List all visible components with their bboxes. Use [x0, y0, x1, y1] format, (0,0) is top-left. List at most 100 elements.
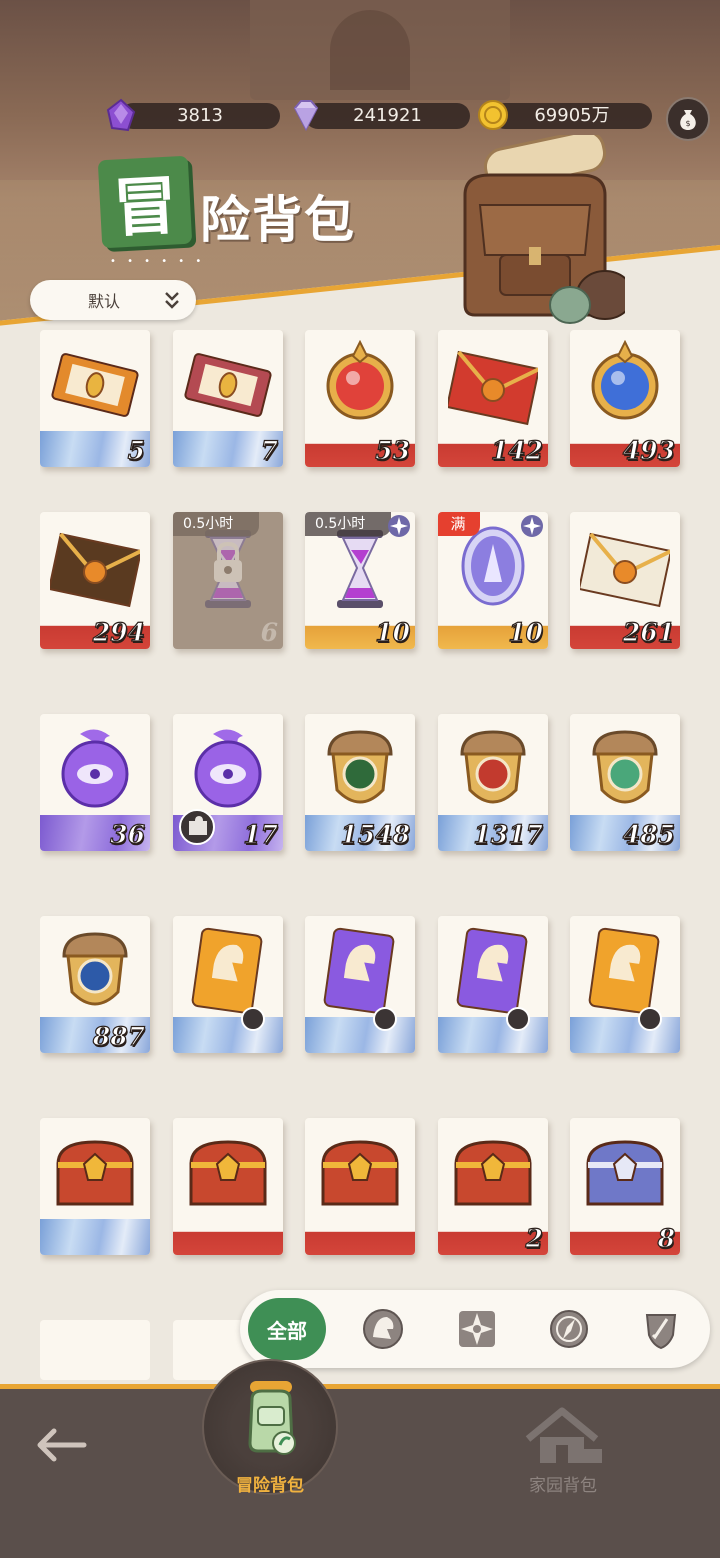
item-card-red-chest[interactable]: [40, 1118, 150, 1255]
purple-helmet-card-icon: [315, 926, 405, 1016]
tab-home-label: 家园背包: [529, 1476, 597, 1496]
item-card-purple-hourglass[interactable]: 0.5小时 10: [305, 512, 415, 649]
bottom-navigation: 冒险背包 家园背包: [0, 1359, 720, 1558]
title-badge: 冒: [97, 155, 193, 249]
item-card-red-gem-crest[interactable]: 53: [305, 330, 415, 467]
red-chest-icon: [50, 1128, 140, 1218]
gold-helmet-card-2-icon: [580, 926, 670, 1016]
blue-orb-crest-icon: [580, 339, 670, 430]
acorn-red-pin-icon: [448, 724, 538, 814]
item-quantity: 887: [92, 1021, 145, 1051]
filter-tab-all[interactable]: 全部: [248, 1298, 326, 1360]
purple-helmet-card-2-icon: [448, 926, 538, 1016]
red-ticket-icon: [183, 340, 273, 430]
item-card-gold-envelope[interactable]: 142: [438, 330, 548, 467]
money-bag-button[interactable]: $: [666, 97, 710, 141]
item-quantity: 2: [525, 1223, 544, 1253]
item-quantity: 1548: [340, 819, 411, 849]
category-filter-bar: 全部: [240, 1290, 710, 1368]
full-badge: 满: [438, 512, 480, 536]
card-rarity-band: [438, 1017, 548, 1053]
filter-tab-shield[interactable]: [636, 1304, 686, 1354]
house-icon: [525, 1407, 602, 1463]
red-chest-2-icon: [183, 1128, 273, 1218]
item-card-acorn-leaf[interactable]: 485: [570, 714, 680, 851]
currency-value: 69905万: [534, 105, 610, 126]
item-card-purple-trident-orb[interactable]: 17: [173, 714, 283, 851]
item-card-red-chest-2[interactable]: [173, 1118, 283, 1255]
item-grid: 5 7 53 142 493 294 0.5小时 6 0.5小时 10 满 10 261 36 17 1548…: [40, 330, 700, 1380]
red-chest-4-icon: [448, 1128, 538, 1218]
purple-crystal-icon: [104, 98, 138, 132]
acorn-star-icon: [50, 926, 140, 1016]
item-card-brown-envelope[interactable]: 294: [40, 512, 150, 649]
sort-label: 默认: [88, 292, 121, 311]
red-gem-crest-icon: [315, 339, 405, 430]
item-card-red-chest-3[interactable]: [305, 1118, 415, 1255]
class-emblem-icon: [506, 1007, 530, 1031]
item-card-red-ticket[interactable]: 7: [173, 330, 283, 467]
item-card-purple-eye-orb[interactable]: 36: [40, 714, 150, 851]
orange-ticket-icon: [50, 340, 140, 430]
filter-tab-compass-star[interactable]: [452, 1304, 502, 1354]
sort-dropdown[interactable]: 默认: [30, 280, 196, 320]
green-backpack-icon: [248, 1381, 296, 1455]
filter-tab-compass[interactable]: [544, 1304, 594, 1354]
double-chevron-down-icon: [165, 292, 179, 309]
item-card-partial[interactable]: [40, 1320, 150, 1380]
tab-adventure-bag[interactable]: 冒险背包: [202, 1359, 338, 1496]
currency-value: 3813: [177, 105, 223, 126]
item-card-red-chest-4[interactable]: 2: [438, 1118, 548, 1255]
cooldown-timer: 0.5小时: [305, 512, 392, 536]
item-quantity: 1317: [473, 819, 544, 849]
back-arrow-icon[interactable]: [34, 1425, 90, 1465]
item-quantity: 8: [657, 1223, 676, 1253]
card-rarity-band: [173, 1219, 283, 1255]
item-quantity: 17: [243, 819, 279, 849]
card-rarity-band: [40, 1219, 150, 1255]
card-rarity-band: [305, 1219, 415, 1255]
currency-diamond[interactable]: 241921: [293, 100, 470, 132]
item-card-acorn-green-eye[interactable]: 1548: [305, 714, 415, 851]
item-card-locked-hourglass[interactable]: 0.5小时 6: [173, 512, 283, 649]
gold-envelope-icon: [445, 340, 541, 430]
currency-gold-coin[interactable]: 69905万: [478, 100, 652, 130]
acorn-leaf-icon: [580, 724, 670, 814]
item-card-blue-orb-crest[interactable]: 493: [570, 330, 680, 467]
currency-purple-crystal[interactable]: 3813: [106, 98, 280, 132]
item-card-gold-helmet-card-2[interactable]: [570, 916, 680, 1053]
item-quantity: 53: [375, 435, 411, 465]
gold-helmet-card-icon: [183, 926, 273, 1016]
tab-home-bag[interactable]: 家园背包: [500, 1405, 626, 1496]
gold-coin-icon: [476, 98, 510, 132]
item-card-purple-helmet-card[interactable]: [305, 916, 415, 1053]
filter-tab-warrior[interactable]: [358, 1304, 408, 1354]
item-quantity: 36: [110, 819, 146, 849]
purple-eye-orb-icon: [50, 724, 140, 814]
page-title: 险背包: [200, 190, 356, 249]
compass-star-icon: [387, 514, 411, 538]
purple-trident-orb-icon: [183, 724, 273, 814]
header-banner: 3813 241921 69905万 $ 冒 险背包 • • • • • • 默…: [0, 0, 720, 330]
item-card-acorn-star[interactable]: 887: [40, 916, 150, 1053]
white-envelope-icon: [577, 522, 673, 612]
item-quantity: 261: [622, 617, 675, 647]
cooldown-timer: 0.5小时: [173, 512, 260, 536]
item-quantity: 6: [260, 618, 278, 647]
lock-icon: [214, 542, 242, 582]
acorn-green-eye-icon: [315, 724, 405, 814]
card-rarity-band: [570, 1017, 680, 1053]
item-card-acorn-red-pin[interactable]: 1317: [438, 714, 548, 851]
svg-text:$: $: [685, 119, 690, 128]
item-card-white-envelope[interactable]: 261: [570, 512, 680, 649]
item-card-blue-chest[interactable]: 8: [570, 1118, 680, 1255]
item-quantity: 7: [260, 435, 279, 465]
item-card-gold-helmet-card[interactable]: [173, 916, 283, 1053]
shield-icon: [645, 1314, 677, 1350]
item-card-orange-ticket[interactable]: 5: [40, 330, 150, 467]
item-quantity: 493: [622, 435, 675, 465]
item-card-purple-helmet-card-2[interactable]: [438, 916, 548, 1053]
item-card-spirit-mirror[interactable]: 满 10: [438, 512, 548, 649]
backpack-illustration: [463, 135, 625, 324]
brown-envelope-icon: [47, 522, 143, 612]
